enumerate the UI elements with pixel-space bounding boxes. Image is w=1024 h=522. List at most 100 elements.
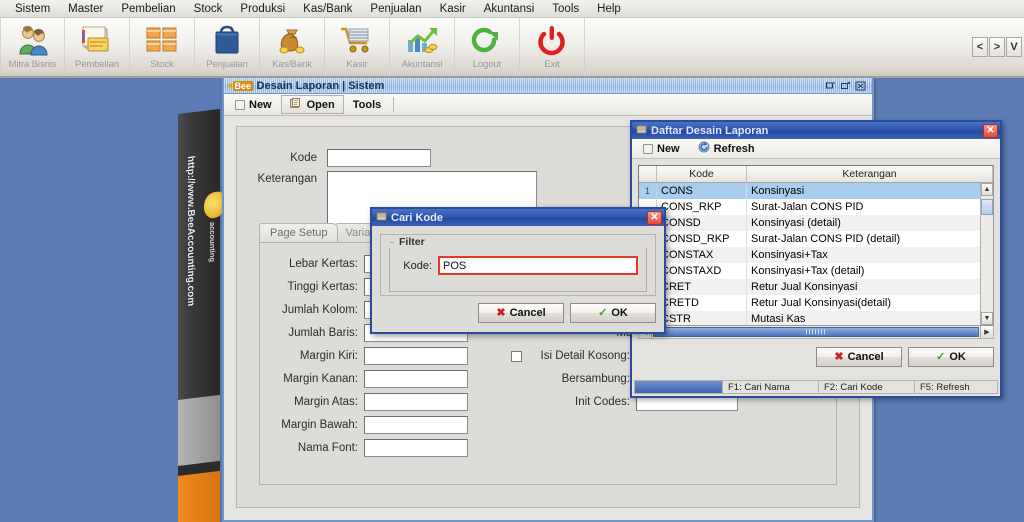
nav-prev-button[interactable]: < bbox=[972, 37, 988, 57]
people-icon bbox=[16, 22, 50, 58]
open-button[interactable]: Open bbox=[280, 95, 344, 114]
menu-item-kas-bank[interactable]: Kas/Bank bbox=[294, 1, 361, 17]
tools-button[interactable]: Tools bbox=[344, 95, 391, 114]
scroll-right-icon[interactable]: ▶ bbox=[980, 326, 993, 338]
toolbar-button-kas-bank[interactable]: Kas/Bank bbox=[260, 18, 325, 76]
row-keterangan: Konsinyasi+Tax (detail) bbox=[751, 265, 865, 277]
field-input[interactable] bbox=[364, 439, 468, 457]
daftar-new-button[interactable]: New bbox=[634, 140, 689, 157]
menu-item-tools[interactable]: Tools bbox=[543, 1, 588, 17]
filter-group: Filter Kode: POS bbox=[389, 236, 647, 292]
menu-item-kasir[interactable]: Kasir bbox=[431, 1, 475, 17]
cari-kode-ok-button[interactable]: ✓ OK bbox=[570, 303, 656, 323]
toolbar-button-logout[interactable]: Logout bbox=[455, 18, 520, 76]
book-spine-orange bbox=[178, 470, 220, 522]
daftar-toolbar: New Refresh bbox=[632, 139, 1000, 159]
close-icon[interactable]: ✕ bbox=[983, 123, 998, 138]
row-kode: CONSD_RKP bbox=[657, 231, 747, 247]
table-row[interactable]: CONSTAXD Konsinyasi+Tax (detail) bbox=[639, 263, 993, 279]
toolbar-button-akuntansi[interactable]: Akuntansi bbox=[390, 18, 455, 76]
table-row[interactable]: CONSD Konsinyasi (detail) bbox=[639, 215, 993, 231]
vertical-scroll-thumb[interactable] bbox=[981, 199, 993, 215]
restore-icon[interactable] bbox=[839, 80, 852, 92]
menu-item-akuntansi[interactable]: Akuntansi bbox=[475, 1, 544, 17]
menu-item-pembelian[interactable]: Pembelian bbox=[112, 1, 184, 17]
row-keterangan: Konsinyasi+Tax bbox=[751, 249, 828, 261]
toolbar-label: Mitra Bisnis bbox=[8, 59, 57, 70]
row-index: 1 bbox=[639, 183, 657, 199]
cari-kode-title-bar[interactable]: Cari Kode ✕ bbox=[372, 209, 664, 226]
close-icon[interactable]: ✕ bbox=[647, 210, 662, 225]
bee-logo-icon: ◂ Bee bbox=[227, 79, 253, 91]
table-row[interactable]: CRETD Retur Jual Konsinyasi(detail) bbox=[639, 295, 993, 311]
close-icon[interactable] bbox=[854, 80, 867, 92]
menu-item-produksi[interactable]: Produksi bbox=[231, 1, 294, 17]
menu-item-master[interactable]: Master bbox=[59, 1, 112, 17]
tab-page-setup[interactable]: Page Setup bbox=[259, 223, 338, 242]
table-row[interactable]: CRET Retur Jual Konsinyasi bbox=[639, 279, 993, 295]
daftar-button-row: ✖ Cancel ✓ OK bbox=[638, 347, 994, 367]
kode-input[interactable] bbox=[327, 149, 431, 167]
field-label: Margin Atas: bbox=[294, 396, 358, 408]
scroll-up-icon[interactable]: ▲ bbox=[981, 183, 993, 196]
new-button-label: New bbox=[249, 98, 272, 111]
application-window: Sistem Master Pembelian Stock Produksi K… bbox=[0, 0, 1024, 522]
daftar-cancel-button[interactable]: ✖ Cancel bbox=[816, 347, 902, 367]
cari-kode-dialog: Cari Kode ✕ Filter Kode: POS ✖ Cancel ✓ … bbox=[370, 207, 666, 334]
field-label: Jumlah Kolom: bbox=[281, 304, 358, 316]
status-f5-hint: F5: Refresh bbox=[920, 381, 970, 393]
menu-item-sistem[interactable]: Sistem bbox=[6, 1, 59, 17]
grid-vertical-scrollbar[interactable]: ▲ ▼ bbox=[980, 183, 993, 325]
toolbar-divider bbox=[393, 97, 395, 112]
field-input[interactable] bbox=[364, 416, 468, 434]
toolbar-button-exit[interactable]: Exit bbox=[520, 18, 585, 76]
daftar-ok-button[interactable]: ✓ OK bbox=[908, 347, 994, 367]
horizontal-scroll-thumb[interactable] bbox=[653, 327, 979, 337]
menu-item-help[interactable]: Help bbox=[588, 1, 630, 17]
table-row[interactable]: CONS_RKP Surat-Jalan CONS PID bbox=[639, 199, 993, 215]
kode-filter-label: Kode: bbox=[403, 259, 432, 272]
daftar-refresh-button[interactable]: Refresh bbox=[689, 140, 764, 157]
new-doc-icon bbox=[235, 99, 245, 110]
window-app-icon bbox=[376, 211, 387, 225]
toolbar-button-penjualan[interactable]: Penjualan bbox=[195, 18, 260, 76]
table-row[interactable]: CSTR Mutasi Kas bbox=[639, 311, 993, 325]
desain-laporan-title-bar[interactable]: ◂ Bee Desain Laporan | Sistem bbox=[224, 78, 872, 94]
new-button[interactable]: New bbox=[226, 95, 281, 114]
grid-header-keterangan[interactable]: Keterangan bbox=[747, 166, 993, 182]
toolbar-label: Penjualan bbox=[206, 59, 248, 70]
kode-filter-input[interactable]: POS bbox=[438, 256, 638, 275]
scroll-down-icon[interactable]: ▼ bbox=[981, 312, 993, 325]
isi-detail-kosong-checkbox[interactable] bbox=[511, 350, 522, 362]
table-row[interactable]: 1 CONS Konsinyasi bbox=[639, 183, 993, 199]
toolbar-label: Exit bbox=[544, 59, 560, 70]
table-row[interactable]: CONSD_RKP Surat-Jalan CONS PID (detail) bbox=[639, 231, 993, 247]
toolbar-button-kasir[interactable]: Kasir bbox=[325, 18, 390, 76]
field-input[interactable] bbox=[364, 347, 468, 365]
toolbar-label: Kasir bbox=[346, 59, 368, 70]
desain-laporan-title: Desain Laporan | Sistem bbox=[256, 79, 385, 92]
daftar-refresh-label: Refresh bbox=[713, 142, 755, 155]
cari-kode-cancel-button[interactable]: ✖ Cancel bbox=[478, 303, 564, 323]
field-input[interactable] bbox=[364, 393, 468, 411]
new-doc-icon bbox=[643, 143, 653, 154]
grid-horizontal-scrollbar[interactable]: ◀ ▶ bbox=[638, 326, 994, 339]
toolbar-button-stock[interactable]: Stock bbox=[130, 18, 195, 76]
nav-next-button[interactable]: > bbox=[989, 37, 1005, 57]
daftar-title-bar[interactable]: Daftar Desain Laporan ✕ bbox=[632, 122, 1000, 139]
table-row[interactable]: CONSTAX Konsinyasi+Tax bbox=[639, 247, 993, 263]
cari-kode-panel: Filter Kode: POS bbox=[380, 234, 656, 296]
toolbar-button-pembelian[interactable]: Pembelian bbox=[65, 18, 130, 76]
minimize-icon[interactable] bbox=[824, 80, 837, 92]
field-input[interactable] bbox=[364, 370, 468, 388]
menu-item-penjualan[interactable]: Penjualan bbox=[361, 1, 430, 17]
row-kode: CRET bbox=[657, 279, 747, 295]
grid-header-index[interactable] bbox=[639, 166, 657, 182]
bee-accounting-book-graphic: http://www.BeeAccounting.com accounting bbox=[178, 108, 226, 522]
bee-logo-text: Bee bbox=[233, 80, 253, 91]
toolbar-button-mitra-bisnis[interactable]: Mitra Bisnis bbox=[0, 18, 65, 76]
grid-header-kode[interactable]: Kode bbox=[657, 166, 747, 182]
field-label: Bersambung: bbox=[561, 373, 630, 385]
nav-menu-button[interactable]: V bbox=[1006, 37, 1022, 57]
menu-item-stock[interactable]: Stock bbox=[185, 1, 232, 17]
